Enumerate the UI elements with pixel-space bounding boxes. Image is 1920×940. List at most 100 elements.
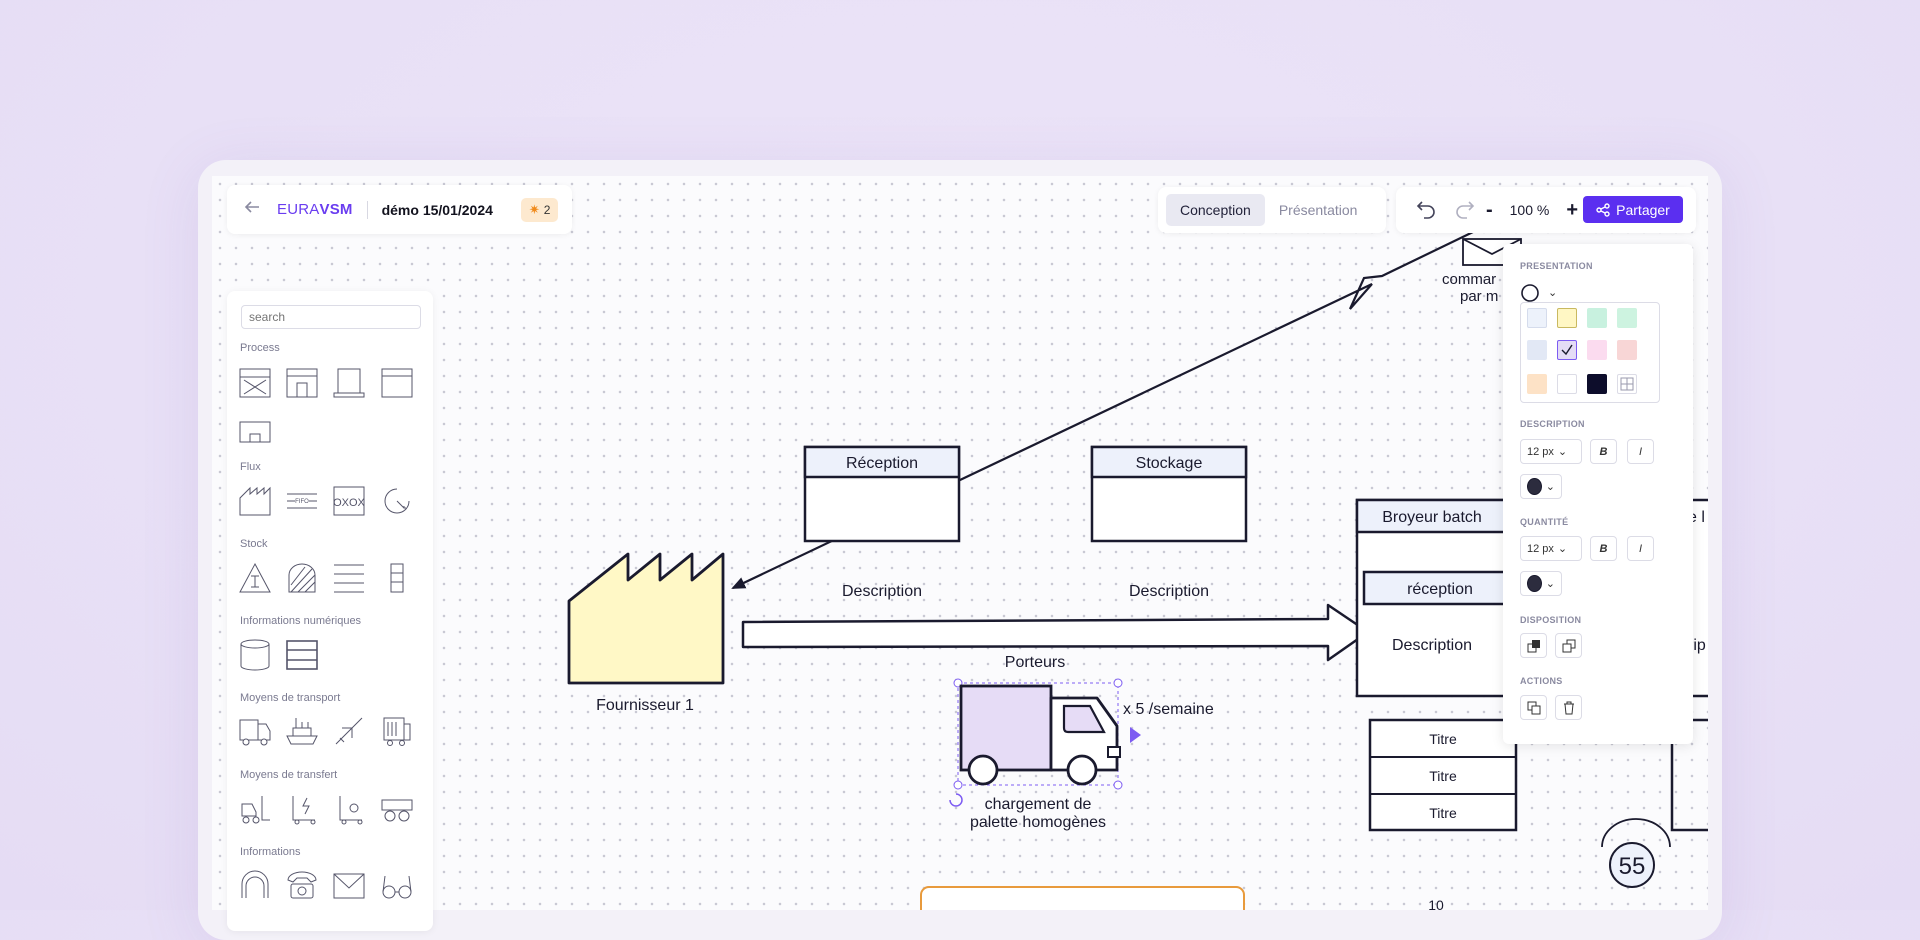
truck-tool-icon[interactable]	[238, 714, 272, 748]
quantity-size-dropdown[interactable]: 12 px ⌄	[1520, 536, 1582, 561]
process-box-broyeur: Broyeur batch réception Description	[1355, 498, 1519, 698]
search-input[interactable]	[241, 305, 421, 329]
supermarket-tool-icon[interactable]	[285, 561, 319, 595]
quantity-color-dropdown[interactable]: ⌄	[1520, 571, 1562, 596]
send-backward-button[interactable]	[1555, 633, 1582, 658]
orange-frame-box	[920, 886, 1245, 910]
description-italic-button[interactable]: I	[1627, 439, 1654, 464]
mode-switch: Conception Présentation	[1158, 187, 1386, 233]
badge-count: 2	[543, 202, 551, 217]
redo-icon[interactable]	[1453, 197, 1477, 221]
rack-tool-icon[interactable]	[380, 561, 414, 595]
trolley-tool-icon[interactable]	[380, 792, 414, 826]
swatch-white[interactable]	[1557, 374, 1577, 394]
shared-process-tool-icon[interactable]	[238, 414, 272, 448]
back-arrow-icon[interactable]	[243, 198, 263, 221]
section-informations: Informations	[240, 846, 301, 858]
section-flux: Flux	[240, 461, 261, 473]
description-color-dropdown[interactable]: ⌄	[1520, 474, 1562, 499]
zoom-control: - 100 % +	[1486, 197, 1578, 223]
quantity-bold-button[interactable]: B	[1590, 536, 1617, 561]
undo-icon[interactable]	[1414, 197, 1438, 221]
canvas[interactable]: Réception Description Stockage Descripti…	[212, 176, 1708, 910]
inventory-triangle-icon[interactable]	[238, 561, 272, 595]
swatch-transparent[interactable]	[1617, 374, 1637, 394]
description-size-dropdown[interactable]: 12 px ⌄	[1520, 439, 1582, 464]
bring-forward-icon	[1527, 639, 1540, 652]
swatch-mint[interactable]	[1587, 308, 1607, 328]
plane-tool-icon[interactable]	[332, 714, 366, 748]
kanban-tool-icon[interactable]: OXOX	[332, 484, 366, 518]
glasses-tool-icon[interactable]	[380, 868, 414, 902]
vsm-diagram: Réception Description Stockage Descripti…	[567, 217, 1708, 910]
swatch-yellow[interactable]	[1557, 308, 1577, 328]
grid-icon	[1620, 377, 1634, 391]
train-tool-icon[interactable]	[380, 714, 414, 748]
cycle-tool-icon[interactable]	[380, 484, 414, 518]
bring-forward-button[interactable]	[1520, 633, 1547, 658]
factory-tool-icon[interactable]	[238, 484, 272, 518]
mail-label-line-1: commar	[1442, 271, 1496, 288]
zoom-in-button[interactable]: +	[1566, 199, 1578, 222]
copy-icon	[1527, 701, 1540, 714]
delete-button[interactable]	[1555, 695, 1582, 720]
process-box-reception: Réception Description	[803, 445, 961, 600]
swatch-red[interactable]	[1617, 340, 1637, 360]
quantity-italic-button[interactable]: I	[1627, 536, 1654, 561]
collaborators-badge[interactable]: ✷ 2	[520, 197, 559, 222]
zoom-level[interactable]: 100 %	[1510, 202, 1550, 218]
tab-conception[interactable]: Conception	[1166, 194, 1265, 226]
shipment-arrow	[741, 603, 1370, 662]
machine-tool-icon[interactable]	[332, 366, 366, 400]
sun-icon: ✷	[528, 201, 540, 217]
go-see-tool-icon[interactable]	[238, 868, 272, 902]
mail-tool-icon[interactable]	[332, 868, 366, 902]
share-label: Partager	[1616, 201, 1670, 218]
swatch-green[interactable]	[1617, 308, 1637, 328]
table-row: Titre	[1429, 805, 1457, 821]
swatch-navy[interactable]	[1587, 374, 1607, 394]
swatch-pink[interactable]	[1587, 340, 1607, 360]
supplier-factory-icon: Fournisseur 1	[567, 552, 725, 714]
description-bold-button[interactable]: B	[1590, 439, 1617, 464]
table-row: Titre	[1429, 768, 1457, 784]
database-tool-icon[interactable]	[238, 638, 272, 672]
mail-label-line-2: par m	[1460, 288, 1498, 305]
counter-badge: 55	[1601, 818, 1671, 888]
label-actions: ACTIONS	[1520, 676, 1563, 686]
swatch-blue-grey[interactable]	[1527, 340, 1547, 360]
pallet-jack-tool-icon[interactable]	[332, 792, 366, 826]
ship-tool-icon[interactable]	[285, 714, 319, 748]
shelf-tool-icon[interactable]	[332, 561, 366, 595]
zoom-out-button[interactable]: -	[1486, 199, 1493, 222]
reception-description: Description	[842, 583, 922, 600]
label-presentation: PRESENTATION	[1520, 261, 1593, 271]
fifo-tool-icon[interactable]: FIFO	[285, 484, 319, 518]
share-icon	[1596, 202, 1610, 217]
swatch-orange[interactable]	[1527, 374, 1547, 394]
tab-presentation[interactable]: Présentation	[1265, 194, 1372, 226]
box-tool-icon[interactable]	[380, 366, 414, 400]
share-button[interactable]: Partager	[1583, 196, 1683, 223]
chevron-down-icon: ⌄	[1548, 287, 1558, 299]
swatch-lavender-selected[interactable]	[1557, 340, 1577, 360]
process-tool-icon[interactable]	[238, 366, 272, 400]
supplier-label: Fournisseur 1	[596, 697, 694, 714]
svg-text:FIFO: FIFO	[295, 499, 309, 505]
electric-pallet-jack-icon[interactable]	[285, 792, 319, 826]
swatch-light-blue[interactable]	[1527, 308, 1547, 328]
workstation-tool-icon[interactable]	[285, 366, 319, 400]
color-dot-icon	[1527, 575, 1542, 592]
app-logo[interactable]: EURAVSM	[277, 201, 353, 218]
forklift-tool-icon[interactable]	[238, 792, 272, 826]
table-tool-icon[interactable]	[285, 638, 319, 672]
phone-tool-icon[interactable]	[285, 868, 319, 902]
document-title[interactable]: démo 15/01/2024	[382, 202, 493, 218]
description-size: 12 px	[1527, 445, 1554, 458]
divider	[366, 200, 368, 219]
broyeur-description: Description	[1392, 637, 1472, 654]
counter-value: 55	[1619, 853, 1646, 880]
process-box-stockage: Stockage Description	[1090, 445, 1248, 600]
trash-icon	[1563, 701, 1574, 714]
duplicate-button[interactable]	[1520, 695, 1547, 720]
